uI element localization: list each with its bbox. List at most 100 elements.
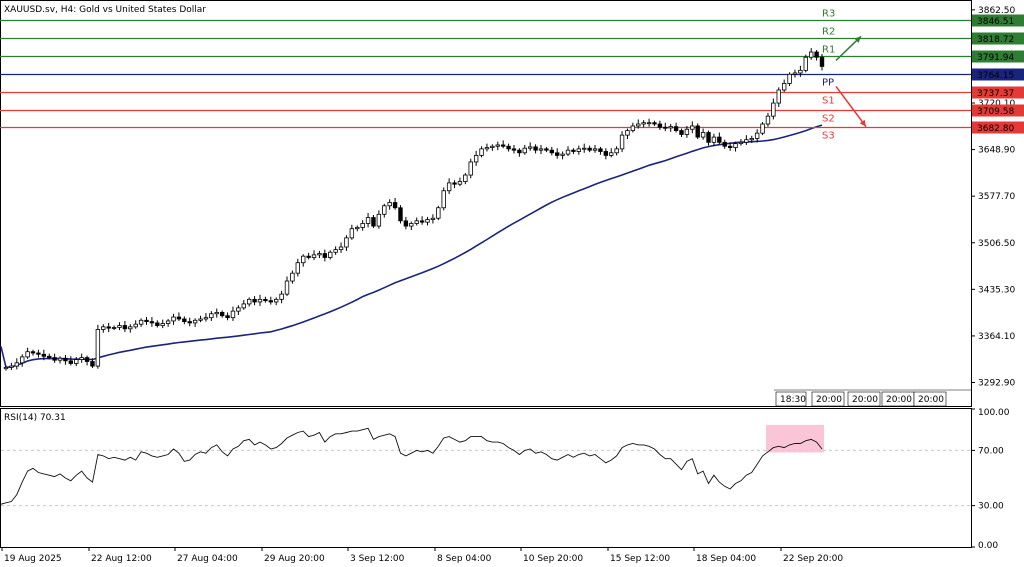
candle-body [203,317,209,320]
candle-body [506,145,511,150]
candle-body [117,325,122,328]
candle-body [733,143,738,148]
candle-body [344,237,349,248]
candle-body [219,312,225,317]
candle-body [176,316,182,320]
candle-body [495,144,500,147]
pivot-price-tag-text: 3709.58 [977,107,1014,117]
candle-body [749,137,754,141]
candle [441,187,446,211]
candle-body [30,351,36,354]
rsi-axis-label: 30.00 [978,502,1004,512]
time-axis-label: 19 Aug 2025 [4,554,62,564]
mini-time-label: 20:00 [816,395,842,405]
candle-body [803,56,808,71]
candle-body [138,319,144,325]
candle-body [679,130,684,135]
candle-body [814,51,819,58]
candle-body [349,228,355,239]
candle-body [74,359,79,364]
pivot-price-tag-s3: 3682.80 [972,121,1024,134]
candle-body [754,132,760,139]
candle-body [360,223,365,228]
pivot-label-r2: R2 [822,27,835,38]
candle-body [609,152,614,156]
candle-body [690,125,695,130]
candle-body [614,148,619,154]
candle-body [711,136,717,143]
time-axis-label: 18 Sep 04:00 [696,554,756,564]
rsi-title: RSI(14) 70.31 [4,413,66,423]
candle-body [273,298,279,303]
candle-body [582,147,587,150]
candle-body [700,132,706,138]
candle-body [479,148,484,156]
candle-body [673,126,679,131]
candle-body [598,148,603,152]
candle-body [787,73,792,84]
pivot-label-pp: PP [822,78,834,89]
candle-body [706,132,711,143]
pivot-price-tag-text: 3791.94 [977,53,1014,63]
price-axis-label: 3292.90 [978,379,1015,389]
candle-body [79,357,84,360]
mini-time-label: 20:00 [918,395,944,405]
candle-body [522,147,527,154]
candle-body [452,182,457,185]
candle [398,205,403,224]
candle-body [328,251,333,258]
candle-body [306,255,311,258]
candle-body [500,144,506,147]
mini-time-label: 20:00 [886,395,912,405]
candle-body [473,155,479,163]
trading-chart[interactable]: R3 R2 R1 PP S1 S2 S3 18:30 20:00 20:00 20:00 20:00… [0,0,1024,567]
candle-body [533,146,538,151]
candle-body [182,318,187,322]
candle-body [387,202,392,207]
candle-body [717,136,722,143]
candle [95,324,101,369]
candle-body [571,149,576,152]
candle-body [84,357,90,362]
pivot-price-tag-text: 3818.72 [977,35,1014,45]
pivot-price-tag-s1: 3737.37 [972,86,1024,99]
candle-body [95,329,101,367]
price-axis-label: 3506.50 [978,239,1015,249]
candle-body [382,205,387,215]
candle-body [457,181,463,185]
candle-body [284,280,290,295]
pivot-label-s3: S3 [822,131,835,142]
candle-body [657,123,663,128]
candle-body [555,152,560,156]
time-axis-label: 29 Aug 20:00 [264,554,325,564]
candle-body [144,319,149,322]
price-axis-label: 3862.50 [978,6,1015,16]
candle-body [47,355,52,358]
candle-body [371,217,376,227]
time-axis-label: 10 Sep 20:00 [523,554,583,564]
candle-body [241,303,246,309]
candle-body [798,69,803,74]
candle-body [587,147,592,151]
time-axis-label: 3 Sep 12:00 [350,554,405,564]
price-axis-label: 3648.90 [978,146,1015,156]
candle-body [517,149,522,154]
rsi-axis-label: 100.00 [978,408,1010,418]
candle-body [333,249,338,253]
candle-body [20,356,25,364]
candle-body [781,83,787,91]
candle-body [36,352,41,355]
candle-body [122,325,128,330]
candle-body [636,123,641,127]
candle-body [3,366,9,370]
candle-body [425,219,430,223]
mini-time-label: 20:00 [852,395,878,405]
candle-body [246,298,252,305]
candle-body [252,298,257,303]
candle-body [165,320,171,324]
candle-body [376,213,382,227]
candle [695,123,700,140]
pivot-label-r3: R3 [822,9,835,20]
candle-body [311,254,317,258]
price-axis-label: 3364.10 [978,332,1015,342]
